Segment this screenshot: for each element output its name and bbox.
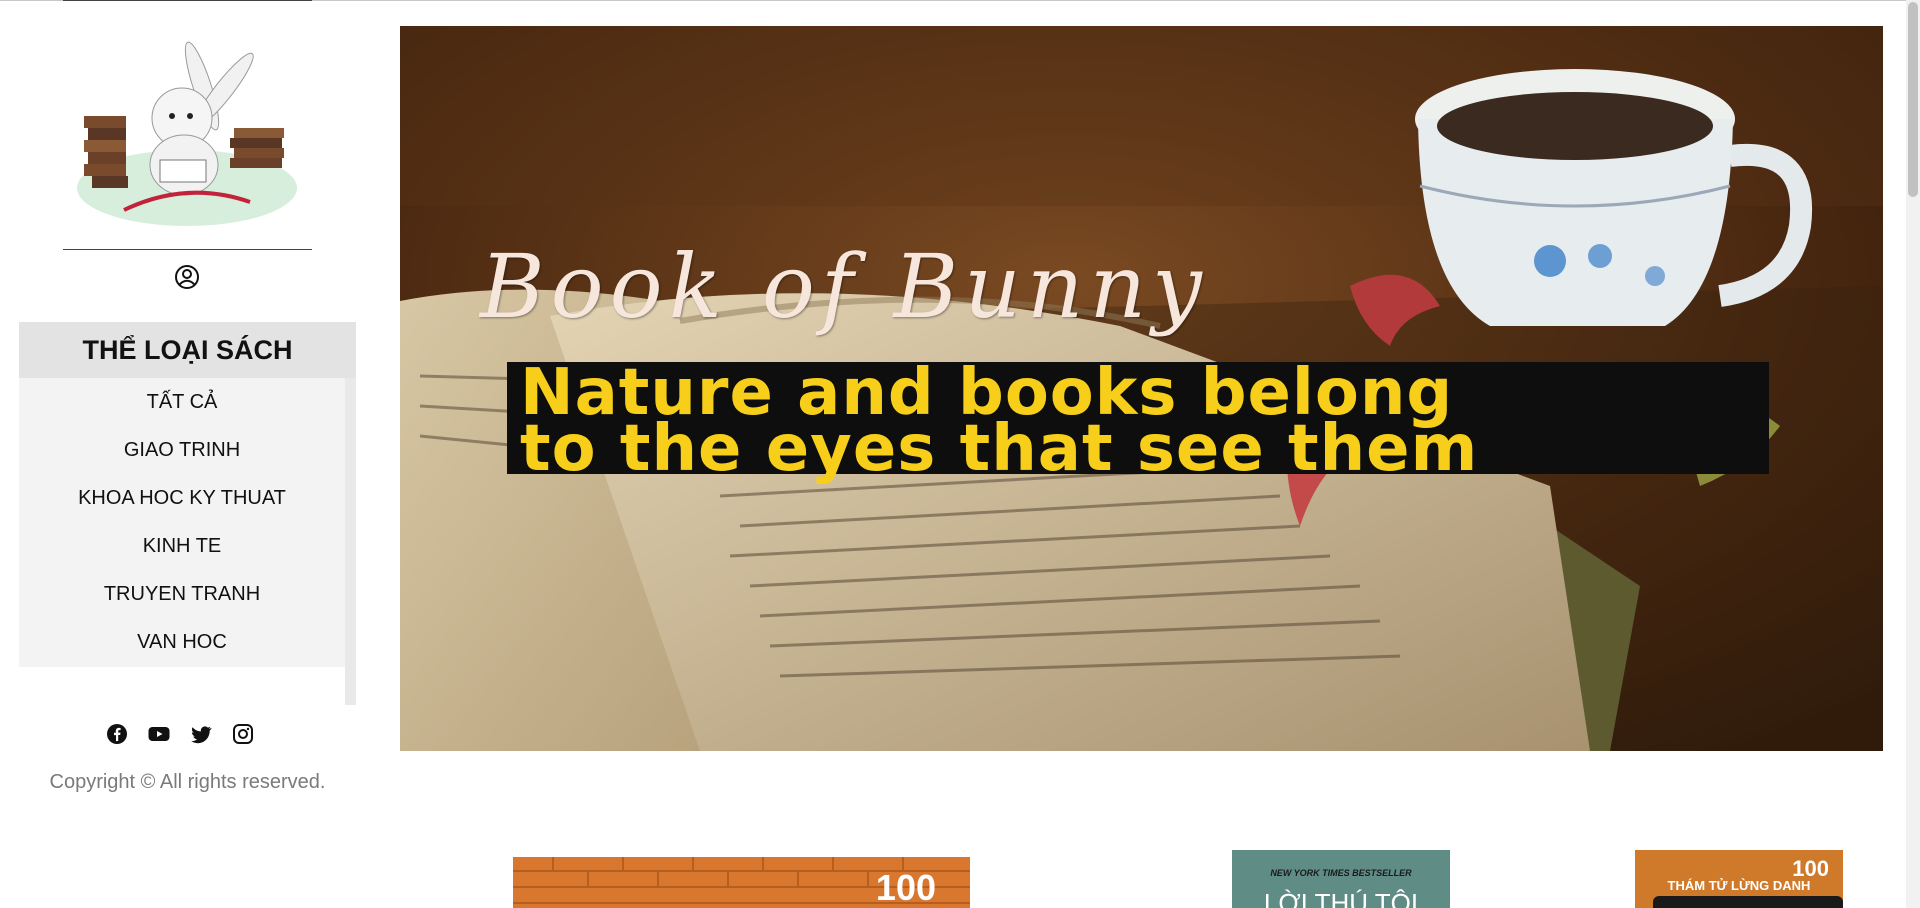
book-cover-title: LỜI THÚ TỘI [1263,888,1419,908]
category-item-textbooks[interactable]: GIAO TRINH [19,426,345,474]
banner-brand-text: Book of Bunny [480,235,1208,338]
social-links [105,722,275,746]
banner-quote-line-2: to the eyes that see them [520,412,1479,486]
instagram-icon[interactable] [231,722,255,746]
category-list: TẤT CẢ GIAO TRINH KHOA HOC KY THUAT KINH… [19,378,345,667]
user-account-icon[interactable] [174,264,200,290]
page-scrollbar-thumb[interactable] [1908,2,1918,197]
category-item-science-technology[interactable]: KHOA HOC KY THUAT [19,474,345,522]
category-item-all[interactable]: TẤT CẢ [19,378,345,426]
category-scrollbar[interactable] [345,378,356,705]
book-cover-subtitle: THÁM TỬ LỪNG DANH [1667,878,1811,893]
youtube-icon[interactable] [147,722,171,746]
category-item-literature[interactable]: VAN HOC [19,618,345,666]
divider [63,249,312,250]
book-cover-tag: NEW YORK TIMES BESTSELLER [1270,868,1412,878]
twitter-icon[interactable] [189,722,213,746]
category-item-economics[interactable]: KINH TE [19,522,345,570]
book-cover-number: 100 [875,867,936,908]
facebook-icon[interactable] [105,722,129,746]
book-card[interactable]: NEW YORK TIMES BESTSELLER LỜI THÚ TỘI [1232,850,1450,908]
book-card[interactable]: 100 [513,857,970,908]
site-logo[interactable] [64,20,310,230]
category-title: THỂ LOẠI SÁCH [19,322,356,378]
book-cover-graphic [1653,896,1843,908]
copyright-text: Copyright © All rights reserved. [49,771,326,793]
book-card[interactable]: 100 THÁM TỬ LỪNG DANH [1635,850,1843,908]
divider [63,0,312,1]
category-panel: THỂ LOẠI SÁCH TẤT CẢ GIAO TRINH KHOA HOC… [19,322,356,705]
sidebar: THỂ LOẠI SÁCH TẤT CẢ GIAO TRINH KHOA HOC… [0,0,375,908]
category-item-comics[interactable]: TRUYEN TRANH [19,570,345,618]
